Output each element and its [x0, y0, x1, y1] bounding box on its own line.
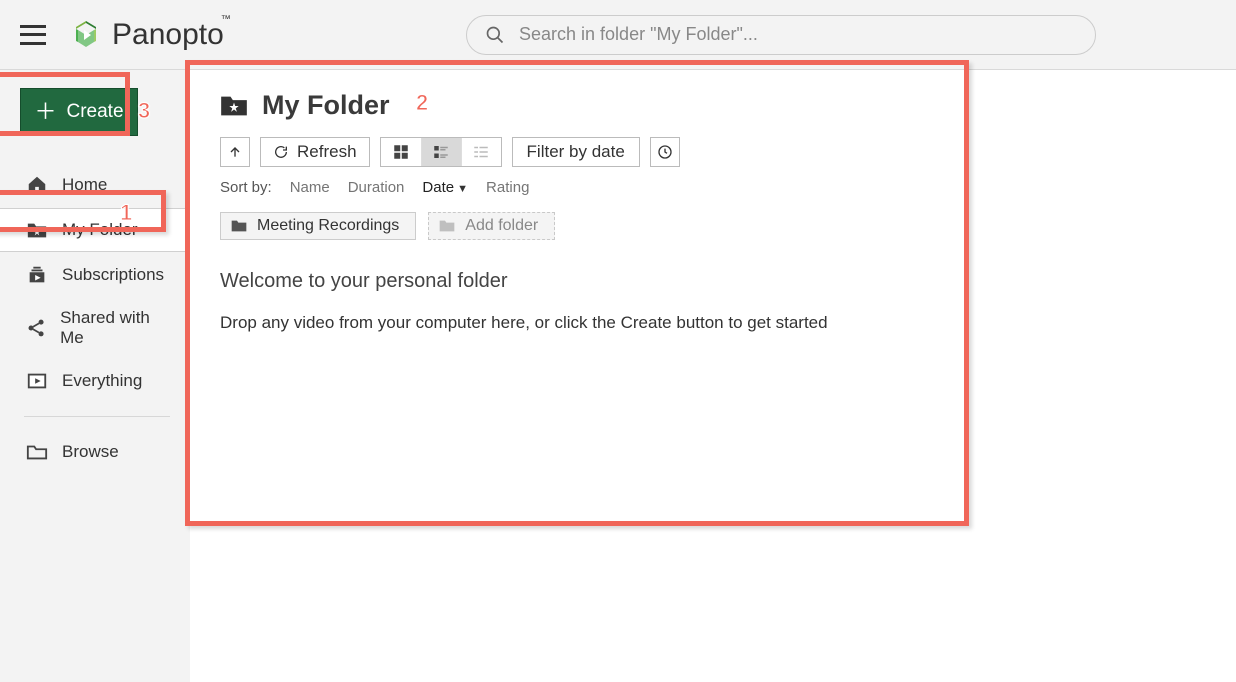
sort-label: Sort by:: [220, 179, 272, 196]
view-grid-button[interactable]: [381, 138, 421, 166]
sidebar-item-my-folder[interactable]: My Folder: [0, 208, 190, 252]
lines-icon: [472, 143, 490, 161]
refresh-icon: [273, 144, 289, 160]
filter-date-button[interactable]: Filter by date: [512, 137, 640, 167]
share-icon: [26, 317, 46, 339]
sidebar-item-label: Home: [62, 175, 107, 195]
sort-bar: Sort by: Name Duration Date Rating: [220, 179, 1206, 196]
menu-toggle-icon[interactable]: [20, 25, 46, 45]
refresh-button[interactable]: Refresh: [260, 137, 370, 167]
view-compact-button[interactable]: [461, 138, 501, 166]
view-list-button[interactable]: [421, 138, 461, 166]
annotation-1: 1: [120, 200, 132, 226]
welcome-title: Welcome to your personal folder: [220, 270, 1206, 293]
search-input-wrap[interactable]: [466, 15, 1096, 55]
folder-star-icon: [26, 219, 48, 241]
main-content: 2 My Folder Refresh: [190, 70, 1236, 682]
sidebar-item-subscriptions[interactable]: Subscriptions: [18, 254, 176, 296]
folder-title-icon: [220, 94, 248, 118]
home-icon: [26, 174, 48, 196]
sidebar-item-shared[interactable]: Shared with Me: [18, 298, 176, 358]
sort-date[interactable]: Date: [422, 179, 468, 196]
welcome-subtitle: Drop any video from your computer here, …: [220, 313, 1206, 333]
left-sidebar: 3 1 ＋ Create Home My Folder Subscription…: [0, 70, 190, 682]
list-detail-icon: [432, 143, 450, 161]
create-button-label: Create: [66, 101, 123, 123]
sort-name[interactable]: Name: [290, 179, 330, 196]
brand-name: Panopto™: [112, 18, 234, 52]
sidebar-item-everything[interactable]: Everything: [18, 360, 176, 402]
clock-button[interactable]: [650, 137, 680, 167]
sidebar-item-label: Browse: [62, 442, 119, 462]
sidebar-item-label: Everything: [62, 371, 142, 391]
clock-icon: [657, 144, 673, 160]
upload-button[interactable]: [220, 137, 250, 167]
subfolder-row: Meeting Recordings Add folder: [220, 212, 1206, 240]
filter-label: Filter by date: [527, 142, 625, 162]
subfolder-label: Meeting Recordings: [257, 217, 399, 235]
sidebar-item-label: Shared with Me: [60, 308, 168, 348]
play-rect-icon: [26, 370, 48, 392]
brand-logo-block[interactable]: Panopto™: [70, 18, 234, 52]
search-icon: [485, 25, 505, 45]
annotation-3: 3: [138, 98, 150, 124]
view-mode-group: [380, 137, 502, 167]
subscriptions-icon: [26, 264, 48, 286]
sidebar-item-home[interactable]: Home: [18, 164, 176, 206]
sidebar-item-browse[interactable]: Browse: [18, 431, 176, 473]
grid-icon: [392, 143, 410, 161]
create-button[interactable]: ＋ Create: [20, 88, 138, 136]
page-title: My Folder: [262, 90, 390, 121]
folder-icon: [231, 219, 247, 233]
sort-duration[interactable]: Duration: [348, 179, 405, 196]
subfolder-meeting-recordings[interactable]: Meeting Recordings: [220, 212, 416, 240]
sort-rating[interactable]: Rating: [486, 179, 529, 196]
refresh-label: Refresh: [297, 142, 357, 162]
folder-plus-icon: [439, 219, 455, 233]
search-input[interactable]: [519, 24, 1077, 45]
add-folder-label: Add folder: [465, 217, 538, 235]
sidebar-item-label: Subscriptions: [62, 265, 164, 285]
content-toolbar: Refresh Filter by date: [220, 137, 1206, 167]
annotation-2: 2: [416, 90, 428, 116]
panopto-logo-icon: [70, 19, 102, 51]
app-header: Panopto™: [0, 0, 1236, 70]
arrow-up-icon: [227, 144, 243, 160]
add-folder-button[interactable]: Add folder: [428, 212, 555, 240]
folder-outline-icon: [26, 441, 48, 463]
